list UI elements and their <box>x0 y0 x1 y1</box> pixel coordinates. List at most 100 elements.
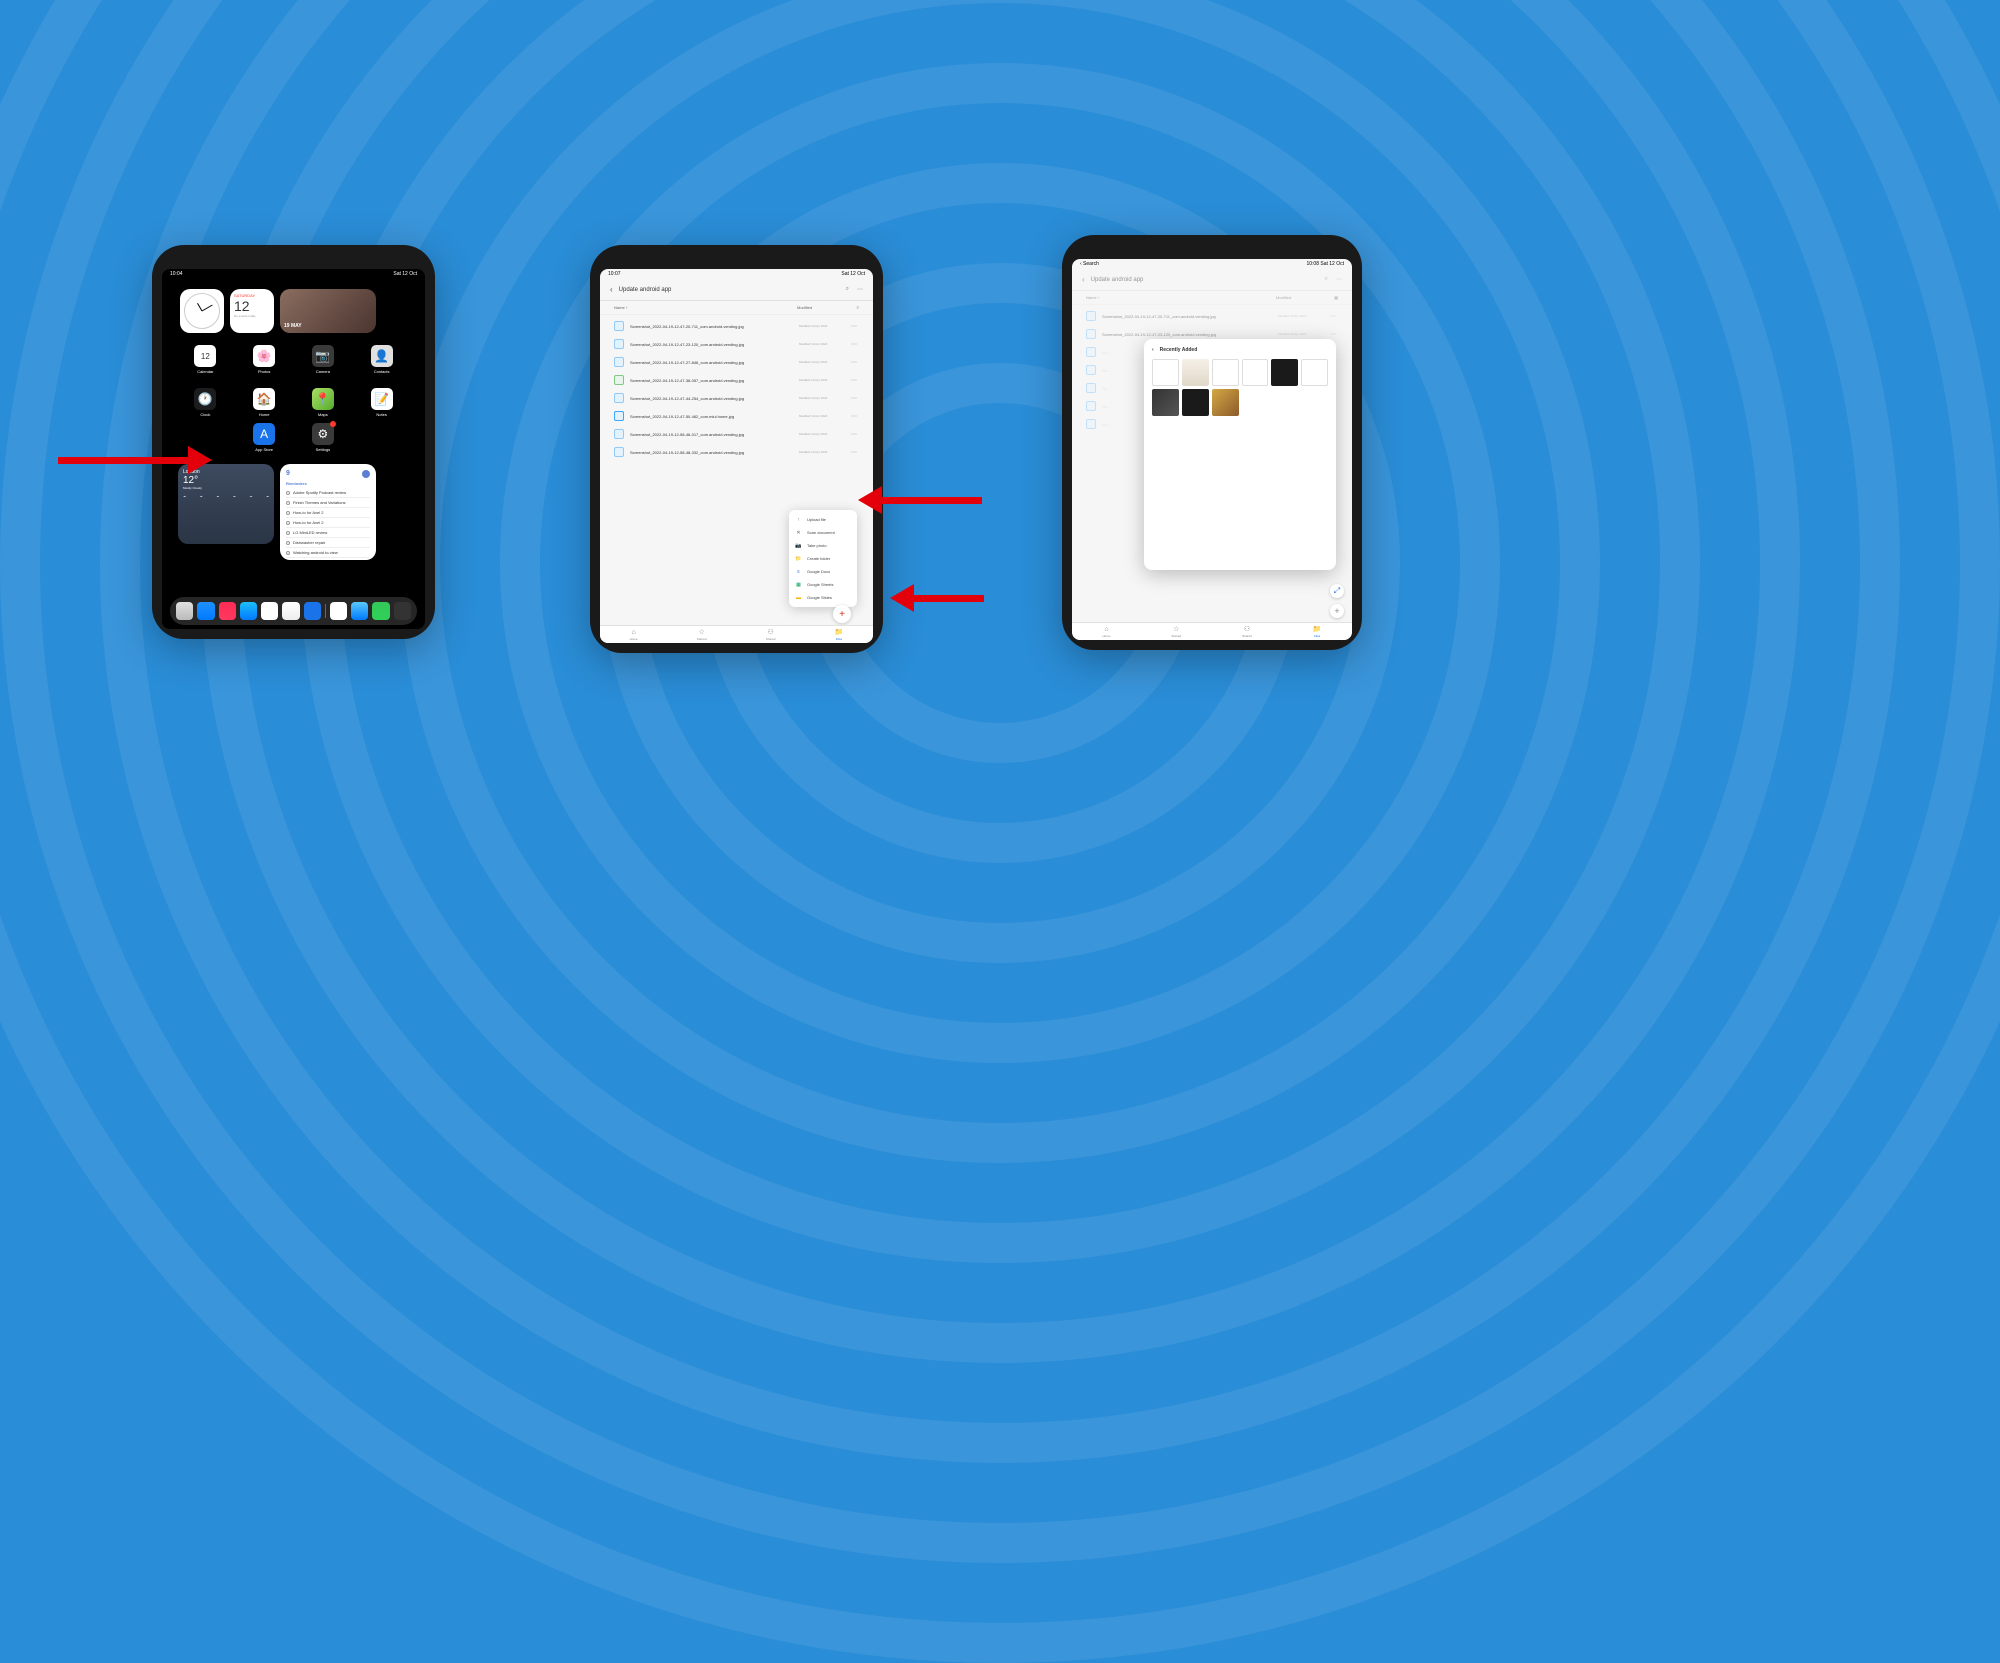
file-more-icon[interactable]: ⋯ <box>849 341 859 348</box>
app-notes[interactable]: 📝Notes <box>362 388 401 417</box>
status-bar: 10:07 Sat 12 Oct <box>600 269 873 279</box>
clock-widget[interactable] <box>180 289 224 333</box>
file-more-icon[interactable]: ⋯ <box>849 413 859 420</box>
tab-shared[interactable]: ⚇Shared <box>766 628 776 641</box>
search-icon[interactable]: ⌕ <box>846 286 849 293</box>
file-more-icon[interactable]: ⋯ <box>849 449 859 456</box>
app-appstore[interactable]: AApp Store <box>245 423 284 452</box>
photo-thumbnail[interactable] <box>1271 359 1298 386</box>
dock-recent3[interactable] <box>372 602 389 620</box>
file-row[interactable]: Screenshot_2022-04-19-12-47-23-120_com.a… <box>600 335 873 353</box>
file-icon <box>614 447 624 457</box>
reminder-item[interactable]: Dishwasher repair <box>286 538 370 548</box>
file-name: Screenshot_2022-04-19-12-47-44-254_com.a… <box>630 396 799 401</box>
weather-widget[interactable]: London 12° Mostly Cloudy ☁☁☁☁☁☁ <box>178 464 274 544</box>
column-modified[interactable]: Modified <box>797 305 847 310</box>
file-more-icon[interactable]: ⋯ <box>849 395 859 402</box>
app-maps[interactable]: 📍Maps <box>304 388 343 417</box>
fab-expand-button[interactable]: ⤢ <box>1330 584 1344 598</box>
fab-menu-item[interactable]: 📷Take photo <box>789 539 857 552</box>
photo-thumbnail[interactable] <box>1242 359 1269 386</box>
dock-recent2[interactable] <box>351 602 368 620</box>
folder-name: Update android app <box>619 287 672 293</box>
reminder-item[interactable]: How-to for Axel 2 <box>286 508 370 518</box>
photo-thumbnail[interactable] <box>1152 359 1179 386</box>
dock-safari[interactable] <box>197 602 214 620</box>
picker-back-button[interactable]: ‹ <box>1152 347 1154 353</box>
fab-menu-item[interactable]: ↑Upload file <box>789 513 857 526</box>
app-grid: 12Calendar 🌸Photos 📷Camera 👤Contacts 🕐Cl… <box>162 339 425 423</box>
file-row[interactable]: Screenshot_2022-04-19-12-58-46-017_com.a… <box>600 425 873 443</box>
more-icon[interactable]: ⋯ <box>857 286 863 293</box>
tab-files[interactable]: 📁Files <box>835 628 844 641</box>
fab-menu-label: Take photo <box>807 543 827 548</box>
file-row[interactable]: Screenshot_2022-04-19-12-47-44-254_com.a… <box>600 389 873 407</box>
reminder-item[interactable]: Adobe Spotify Podcast review <box>286 488 370 498</box>
file-row[interactable]: Screenshot_2022-04-19-12-58-48-332_com.a… <box>600 443 873 461</box>
tab-files[interactable]: 📁Files <box>1313 625 1322 638</box>
dock-recent4[interactable] <box>394 602 411 620</box>
view-toggle-icon[interactable]: ≡ <box>847 305 859 310</box>
arrow-to-appstore <box>58 446 212 474</box>
app-camera[interactable]: 📷Camera <box>304 345 343 374</box>
tab-shared[interactable]: ⚇Shared <box>1242 625 1252 638</box>
tab-starred[interactable]: ☆Starred <box>697 628 707 641</box>
status-back-search[interactable]: ‹ Search <box>1080 261 1099 267</box>
file-more-icon[interactable]: ⋯ <box>849 323 859 330</box>
photo-widget[interactable]: 19 MAY <box>280 289 376 333</box>
fab-menu-item[interactable]: ≡Google Docs <box>789 565 857 578</box>
dock-music[interactable] <box>219 602 236 620</box>
fab-menu-label: Google Sheets <box>807 582 833 587</box>
fab-plus-button[interactable]: + <box>1330 604 1344 618</box>
photo-thumbnail[interactable] <box>1152 389 1179 416</box>
dock-reminders[interactable] <box>282 602 299 620</box>
photo-thumbnail[interactable] <box>1182 359 1209 386</box>
fab-menu-item[interactable]: ▦Google Sheets <box>789 578 857 591</box>
dock-mail[interactable] <box>240 602 257 620</box>
tab-home[interactable]: ⌂Home <box>630 629 638 641</box>
reminders-widget[interactable]: 9 Reminders Adobe Spotify Podcast review… <box>280 464 376 560</box>
photo-thumbnail[interactable] <box>1212 389 1239 416</box>
reminder-item[interactable]: Finish Themes and Variations <box>286 498 370 508</box>
app-home[interactable]: 🏠Home <box>245 388 284 417</box>
reminder-item[interactable]: How-to for Axel 2 <box>286 518 370 528</box>
file-more-icon[interactable]: ⋯ <box>849 377 859 384</box>
calendar-widget[interactable]: SATURDAY 12 No events today <box>230 289 274 333</box>
fab-menu-icon: ✕ <box>795 529 802 536</box>
tab-starred[interactable]: ☆Starred <box>1171 625 1181 638</box>
dock-files[interactable] <box>176 602 193 620</box>
file-more-icon[interactable]: ⋯ <box>849 359 859 366</box>
status-date: Sat 12 Oct <box>841 271 865 277</box>
photo-thumbnail[interactable] <box>1301 359 1328 386</box>
fab-menu-icon: ↑ <box>795 516 802 523</box>
status-bar: 10:04 Sat 12 Oct <box>162 269 425 279</box>
dock-recent1[interactable] <box>330 602 347 620</box>
dock-app1[interactable] <box>304 602 321 620</box>
status-time: 10:07 <box>608 271 621 277</box>
app-clock[interactable]: 🕐Clock <box>186 388 225 417</box>
photo-thumbnail[interactable] <box>1182 389 1209 416</box>
file-row[interactable]: Screenshot_2022-04-19-12-47-27-846_com.a… <box>600 353 873 371</box>
fab-plus-button[interactable]: + <box>833 605 851 623</box>
file-row[interactable]: Screenshot_2022-04-19-12-47-38-057_com.a… <box>600 371 873 389</box>
back-button[interactable]: ‹ <box>610 285 613 294</box>
tab-icon: ⚇ <box>767 628 773 636</box>
dock-files2[interactable] <box>261 602 278 620</box>
file-icon <box>614 393 624 403</box>
photo-thumbnail[interactable] <box>1212 359 1239 386</box>
tab-home[interactable]: ⌂Home <box>1102 626 1110 638</box>
app-calendar[interactable]: 12Calendar <box>186 345 225 374</box>
reminder-item[interactable]: Watching android to-view <box>286 548 370 558</box>
reminder-item[interactable]: LG MiniLED review <box>286 528 370 538</box>
fab-menu-item[interactable]: 📁Create folder <box>789 552 857 565</box>
file-row[interactable]: Screenshot_2022-04-19-12-47-50-462_com.m… <box>600 407 873 425</box>
app-contacts[interactable]: 👤Contacts <box>362 345 401 374</box>
app-settings[interactable]: ⚙Settings <box>304 423 343 452</box>
file-row[interactable]: Screenshot_2022-04-19-12-47-20-711_com.a… <box>600 317 873 335</box>
fab-menu-item[interactable]: ✕Scan document <box>789 526 857 539</box>
fab-menu-item[interactable]: ▬Google Slides <box>789 591 857 604</box>
column-name[interactable]: Name ↑ <box>614 305 797 310</box>
app-photos[interactable]: 🌸Photos <box>245 345 284 374</box>
file-more-icon[interactable]: ⋯ <box>849 431 859 438</box>
fab-menu-icon: ≡ <box>795 568 802 575</box>
